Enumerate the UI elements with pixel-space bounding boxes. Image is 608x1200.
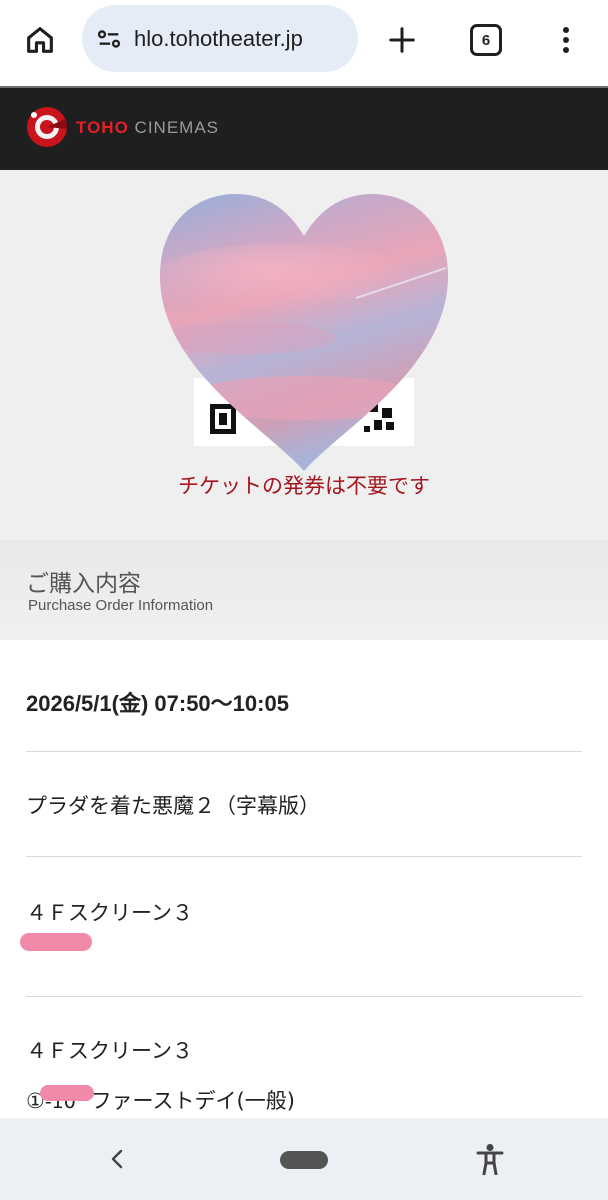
logo-text-gray: CINEMAS — [134, 118, 220, 137]
page-info-icon[interactable] — [94, 24, 124, 54]
section-title: ご購入内容 — [26, 571, 141, 597]
movie-title: プラダを着た悪魔２（字幕版） — [26, 794, 320, 818]
ticket-type-text: ファーストデイ(一般) — [90, 1089, 295, 1113]
ticket-screen-text: ４Ｆスクリーン３ — [26, 1039, 193, 1063]
tab-count: 6 — [481, 31, 491, 49]
logo-text-red: TOHO — [76, 118, 129, 137]
redaction-mark — [20, 933, 92, 951]
address-bar[interactable]: hlo.tohotheater.jp — [82, 5, 358, 72]
redaction-mark — [40, 1085, 94, 1101]
new-tab-icon[interactable] — [384, 22, 420, 58]
home-icon[interactable] — [20, 20, 60, 60]
back-icon[interactable] — [104, 1146, 130, 1172]
toho-logo-icon[interactable] — [25, 105, 69, 149]
list-item: ４Ｆスクリーン３ -10 — [20, 857, 582, 997]
showtime-text: 2026/5/1(金) 07:50〜10:05 — [26, 691, 289, 716]
home-pill[interactable] — [280, 1151, 328, 1169]
no-ticket-notice: チケットの発券は不要です — [178, 474, 430, 498]
qr-code-area: チケットの発券は不要です — [0, 170, 608, 540]
site-header: TOHO CINEMAS — [0, 86, 608, 170]
logo-text[interactable]: TOHO CINEMAS — [76, 118, 219, 138]
screen-text: ４Ｆスクリーン３ — [26, 901, 193, 925]
url-text[interactable]: hlo.tohotheater.jp — [134, 26, 354, 52]
list-item: 2026/5/1(金) 07:50〜10:05 — [26, 640, 582, 752]
accessibility-icon[interactable] — [474, 1142, 506, 1176]
overflow-menu-icon[interactable] — [556, 22, 576, 58]
system-nav-bar — [0, 1118, 608, 1200]
list-item: ４Ｆスクリーン３ ①-10 ファーストデイ(一般) — [26, 997, 582, 1121]
heart-sticker — [160, 194, 448, 471]
section-subtitle: Purchase Order Information — [28, 597, 214, 614]
purchase-info-header: ご購入内容 Purchase Order Information — [0, 540, 608, 640]
list-item: プラダを着た悪魔２（字幕版） — [26, 752, 582, 857]
browser-toolbar: hlo.tohotheater.jp 6 — [0, 0, 608, 86]
tab-switcher-icon[interactable]: 6 — [470, 24, 502, 56]
